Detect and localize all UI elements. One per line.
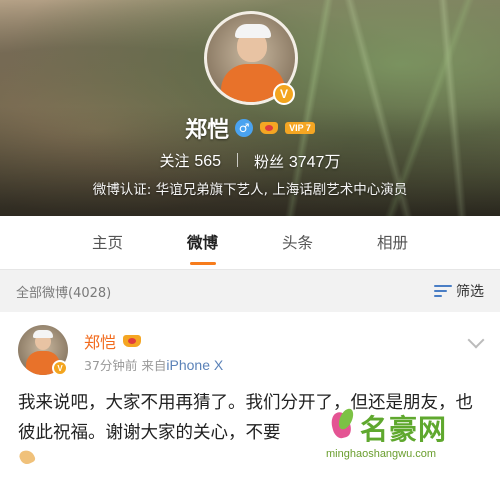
male-gender-icon: ♂ xyxy=(235,119,254,137)
post-source-prefix: 来自 xyxy=(141,358,167,373)
post-meta: 37分钟前 来自iPhone X xyxy=(84,355,223,374)
following-stat[interactable]: 关注 565 xyxy=(160,150,222,171)
filter-bar: 全部微博(4028) 筛选 xyxy=(0,270,500,312)
tab-weibo[interactable]: 微博 xyxy=(168,216,238,269)
fans-stat[interactable]: 粉丝 3747万 xyxy=(254,148,340,172)
stats-divider xyxy=(237,153,239,167)
watermark-title: 名豪网 xyxy=(360,413,448,446)
verified-badge-icon: V xyxy=(273,83,295,105)
vip-badge[interactable]: VIP 7 xyxy=(285,122,315,134)
flower-logo-icon xyxy=(330,408,356,442)
clasped-hands-emoji-icon xyxy=(18,448,40,466)
profile-name-row: 郑恺 ♂ VIP 7 xyxy=(0,113,500,143)
filter-button[interactable]: 筛选 xyxy=(434,281,484,301)
weibo-post[interactable]: V 郑恺 37分钟前 来自iPhone X 我来说吧，大家不用再猜了。我们分开了… xyxy=(0,312,500,478)
watermark-url: minghaoshangwu.com xyxy=(326,448,437,460)
post-author-name[interactable]: 郑恺 xyxy=(84,329,142,353)
crown-icon xyxy=(122,333,142,349)
chevron-down-icon[interactable] xyxy=(467,331,485,349)
all-posts-count[interactable]: 全部微博(4028) xyxy=(16,282,111,301)
tab-album[interactable]: 相册 xyxy=(358,216,428,269)
profile-stats: 关注 565 粉丝 3747万 xyxy=(0,148,500,172)
active-tab-indicator xyxy=(189,262,216,265)
watermark-logo: 名豪网 minghaoshangwu.com xyxy=(324,408,494,468)
tab-headlines[interactable]: 头条 xyxy=(263,216,333,269)
post-source[interactable]: iPhone X xyxy=(166,357,223,373)
filter-icon xyxy=(434,284,452,298)
verification-text: 微博认证: 华谊兄弟旗下艺人, 上海话剧艺术中心演员 xyxy=(92,182,408,198)
profile-tabs: 主页 微博 头条 相册 xyxy=(0,216,500,270)
tab-home[interactable]: 主页 xyxy=(73,216,143,269)
post-verified-badge-icon: V xyxy=(52,360,68,376)
profile-name: 郑恺 xyxy=(185,118,230,143)
profile-cover: V 郑恺 ♂ VIP 7 关注 565 粉丝 3747万 微博认证: 华谊兄弟旗… xyxy=(0,0,500,216)
post-time: 37分钟前 xyxy=(84,358,138,373)
crown-icon xyxy=(259,120,279,136)
